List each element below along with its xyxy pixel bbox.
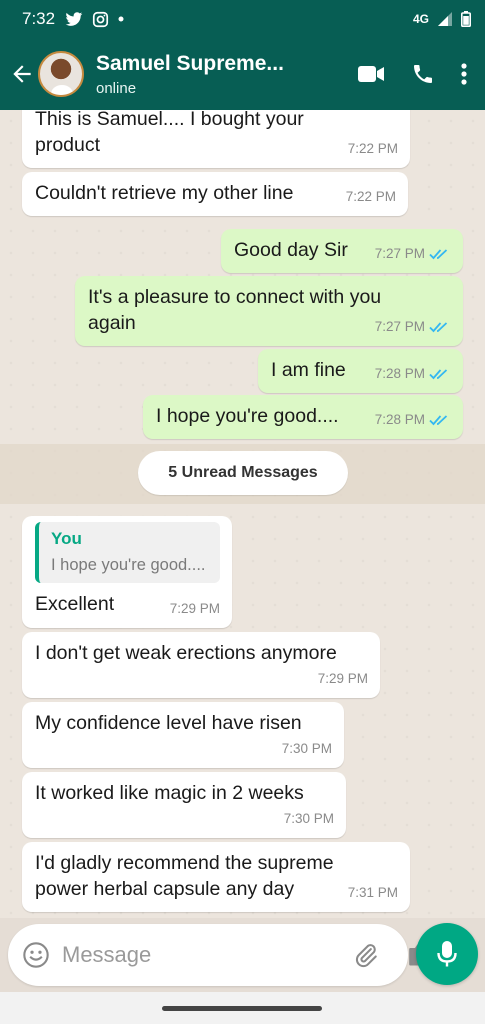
- double-check-icon: [429, 415, 448, 426]
- instagram-icon: [93, 11, 109, 27]
- message-time: 7:22 PM: [347, 141, 398, 156]
- attach-button[interactable]: [350, 939, 382, 971]
- message-meta: 7:27 PM: [375, 241, 451, 267]
- system-navigation-bar: [0, 992, 485, 1024]
- voice-message-button[interactable]: [416, 923, 478, 985]
- message-meta: 7:28 PM: [375, 407, 451, 433]
- arrow-left-icon: [13, 65, 31, 83]
- more-vertical-icon[interactable]: [461, 62, 467, 86]
- quoted-message[interactable]: You I hope you're good....: [35, 522, 220, 583]
- message-text: Couldn't retrieve my other line: [35, 182, 294, 204]
- microphone-icon: [437, 941, 457, 967]
- message-time: 7:31 PM: [347, 885, 398, 900]
- conversation[interactable]: This is Samuel.... I bought your product…: [0, 110, 485, 918]
- status-time: 7:32: [22, 9, 56, 28]
- back-button[interactable]: [2, 54, 42, 94]
- quoted-author: You: [51, 529, 82, 548]
- signal-icon: [438, 12, 452, 26]
- message-outgoing[interactable]: I hope you're good.... 7:28 PM: [143, 395, 463, 439]
- double-check-icon: [429, 369, 448, 380]
- message-meta: 7:28 PM: [375, 361, 451, 387]
- contact-info[interactable]: Samuel Supreme... online: [96, 52, 357, 97]
- phone-icon[interactable]: [411, 62, 435, 86]
- message-time: 7:30 PM: [281, 741, 332, 756]
- message-text: It's a pleasure to connect with you agai…: [88, 286, 382, 334]
- message-text: I don't get weak erections anymore: [35, 642, 337, 664]
- presence-status: online: [96, 79, 137, 97]
- message-incoming-reply[interactable]: You I hope you're good.... Excellent 7:2…: [22, 516, 232, 628]
- message-text: It worked like magic in 2 weeks: [35, 782, 304, 804]
- message-time: 7:30 PM: [283, 811, 334, 826]
- message-input[interactable]: [62, 942, 350, 968]
- contact-name: Samuel Supreme...: [96, 51, 284, 75]
- message-time: 7:29 PM: [169, 601, 220, 616]
- message-text: This is Samuel.... I bought your product: [35, 110, 304, 156]
- chat-header: Samuel Supreme... online: [0, 38, 485, 110]
- quoted-text: I hope you're good....: [51, 556, 206, 574]
- unread-divider: 5 Unread Messages: [0, 444, 485, 504]
- message-text: My confidence level have risen: [35, 712, 302, 734]
- message-incoming[interactable]: This is Samuel.... I bought your product…: [22, 110, 410, 168]
- avatar[interactable]: [38, 51, 84, 97]
- message-incoming[interactable]: My confidence level have risen 7:30 PM: [22, 702, 344, 768]
- battery-icon: [461, 11, 471, 27]
- message-incoming[interactable]: I'd gladly recommend the supreme power h…: [22, 842, 410, 912]
- network-type: 4G: [412, 12, 429, 26]
- message-composer: [8, 924, 435, 986]
- message-meta: 7:27 PM: [375, 314, 451, 340]
- video-call-icon[interactable]: [357, 64, 385, 84]
- message-text: I'd gladly recommend the supreme power h…: [35, 852, 334, 900]
- paperclip-icon: [355, 944, 377, 968]
- double-check-icon: [429, 249, 448, 260]
- message-outgoing[interactable]: It's a pleasure to connect with you agai…: [75, 276, 463, 346]
- unread-messages-badge: 5 Unread Messages: [138, 451, 348, 495]
- message-outgoing[interactable]: I am fine 7:28 PM: [258, 349, 463, 393]
- home-gesture-handle[interactable]: [162, 1006, 322, 1011]
- twitter-icon: [65, 11, 83, 26]
- message-incoming[interactable]: It worked like magic in 2 weeks 7:30 PM: [22, 772, 346, 838]
- message-incoming[interactable]: Couldn't retrieve my other line 7:22 PM: [22, 172, 408, 216]
- message-incoming[interactable]: I don't get weak erections anymore 7:29 …: [22, 632, 380, 698]
- notification-dot-icon: [118, 16, 124, 22]
- message-time: 7:29 PM: [317, 671, 368, 686]
- emoji-button[interactable]: [22, 939, 50, 971]
- status-bar: 7:32 4G: [0, 0, 485, 38]
- emoji-icon: [23, 942, 49, 968]
- message-outgoing[interactable]: Good day Sir 7:27 PM: [221, 229, 463, 273]
- double-check-icon: [429, 322, 448, 333]
- message-time: 7:22 PM: [345, 189, 396, 204]
